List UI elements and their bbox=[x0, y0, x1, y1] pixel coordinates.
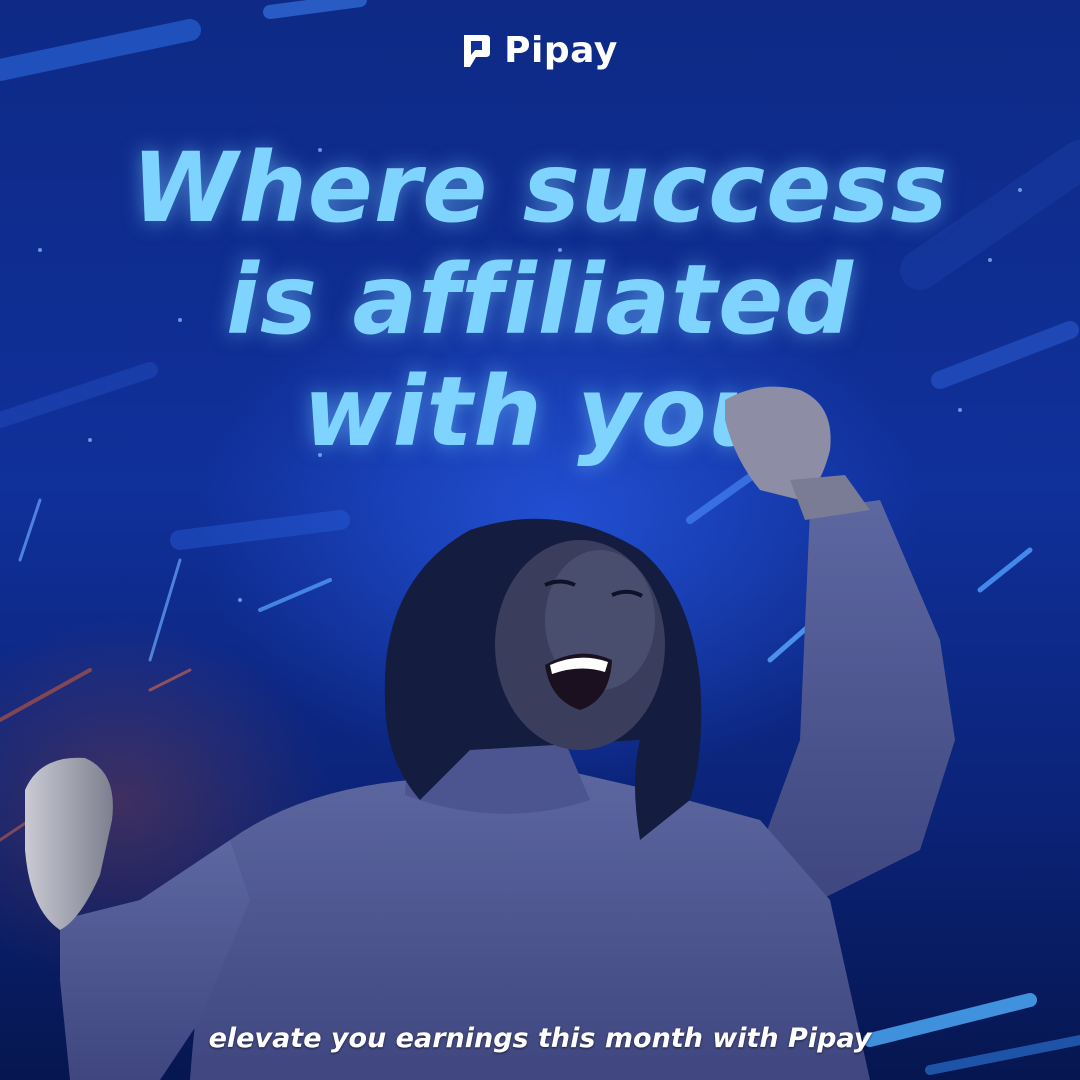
pipay-logo-icon bbox=[464, 34, 491, 67]
celebrating-woman-photo bbox=[25, 386, 955, 1080]
brand-name: Pipay bbox=[504, 30, 618, 71]
headline-line-2: is affiliated bbox=[226, 244, 854, 356]
tagline: elevate you earnings this month with Pip… bbox=[208, 1023, 872, 1054]
brand-header: Pipay bbox=[0, 30, 1080, 71]
promo-poster: Pipay Where success is affiliated with y… bbox=[0, 0, 1080, 1080]
headline-line-1: Where success bbox=[131, 132, 949, 244]
